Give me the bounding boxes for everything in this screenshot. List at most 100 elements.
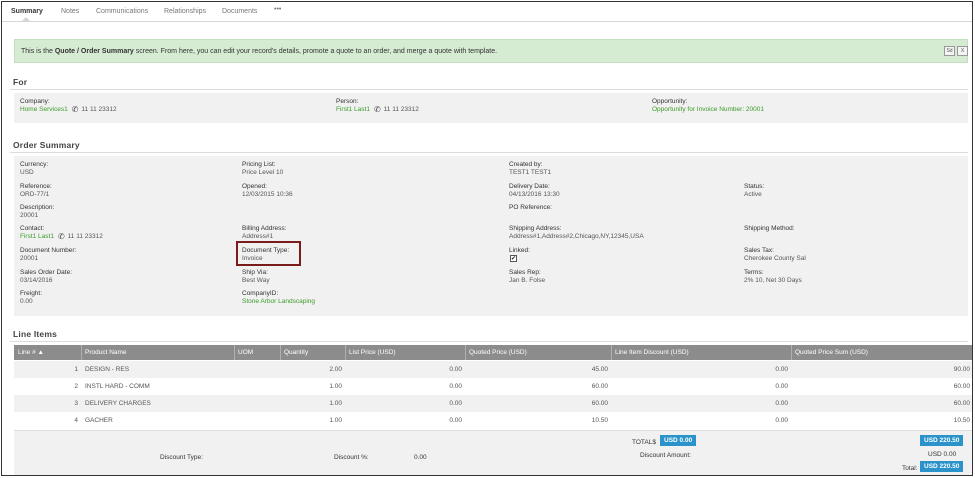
notice-close-button[interactable]: X [957,46,968,56]
contact-link[interactable]: First1 Last1 [20,233,54,240]
table-row[interactable]: 1 DESIGN - RES 2.00 0.00 45.00 0.00 90.0… [14,361,972,378]
currency-label: Currency: [20,161,49,168]
opportunity-link[interactable]: Opportunity for Invoice Number: 20001 [652,106,764,114]
person-link[interactable]: First1 Last1 [336,106,370,113]
row-quoted-sum: 60.00 [953,400,970,407]
column-separator [791,345,792,360]
row-product-link[interactable]: DESIGN - RES [85,366,129,373]
contact-phone: 11 11 23312 [67,233,103,240]
shipping-method-label: Shipping Method: [744,225,795,232]
currency-value: USD [20,169,34,176]
company-id-label: CompanyID: [242,290,279,297]
reference-label: Reference: [20,183,52,190]
tab-relationships[interactable]: Relationships [164,8,206,15]
column-header-product[interactable]: Product Name [85,349,127,356]
po-reference-label: PO Reference: [509,204,552,211]
company-link[interactable]: Home Services1 [20,106,68,113]
row-quantity: 1.00 [329,383,342,390]
description-value: 20001 [20,212,39,219]
row-line-number: 3 [74,400,78,407]
column-header-uom[interactable]: UOM [238,349,253,356]
line-items-header: Line # ▲ Product Name UOM Quantity List … [14,345,972,360]
row-line-discount: 0.00 [775,417,788,424]
document-number-value: 20001 [20,255,39,262]
tab-summary[interactable]: Summary [11,8,43,15]
reference-value: ORD-77/1 [20,191,50,198]
for-panel: Company: Home Services1 ✆ 11 11 23312 Pers… [14,93,968,123]
tab-communications[interactable]: Communications [96,8,148,15]
row-product-link[interactable]: INSTL HARD - COMM [85,383,150,390]
sales-order-date-label: Sales Order Date: [20,269,73,276]
tab-more[interactable]: ••• [274,6,281,13]
status-label: Status: [744,183,765,190]
table-row[interactable]: 4 GACHER 1.00 0.00 10.50 0.00 10.50 [14,412,972,429]
row-quantity: 2.00 [329,366,342,373]
linked-label: Linked: [509,247,530,254]
document-number-label: Document Number: [20,247,77,254]
row-line-number: 4 [74,417,78,424]
sales-rep-label: Sales Rep: [509,269,541,276]
section-title-for: For [13,77,28,87]
row-quoted-sum: 90.00 [953,366,970,373]
quote-order-summary-window: Summary Notes Communications Relationshi… [1,1,973,476]
row-list-price: 0.00 [449,417,462,424]
row-quoted-price: 60.00 [591,400,608,407]
row-list-price: 0.00 [449,383,462,390]
opened-label: Opened: [242,183,267,190]
shipping-address-label: Shipping Address: [509,225,562,232]
tab-documents[interactable]: Documents [222,8,257,15]
column-header-line[interactable]: Line # ▲ [18,349,44,356]
table-row[interactable]: 2 INSTL HARD - COMM 1.00 0.00 60.00 0.00… [14,378,972,395]
table-row[interactable]: 3 DELIVERY CHARGES 1.00 0.00 60.00 0.00 … [14,395,972,412]
row-product-link[interactable]: DELIVERY CHARGES [85,400,151,407]
section-title-line-items: Line Items [13,329,58,339]
row-line-discount: 0.00 [775,400,788,407]
sales-rep-value: Jan B. Folse [509,277,546,284]
divider [10,152,968,153]
column-separator [280,345,281,360]
row-quoted-price: 45.00 [591,366,608,373]
column-header-quantity[interactable]: Quantity [284,349,308,356]
tab-notes[interactable]: Notes [61,8,79,15]
row-product-link[interactable]: GACHER [85,417,113,424]
column-header-quoted-price[interactable]: Quoted Price (USD) [469,349,527,356]
person-label: Person: [336,98,359,105]
row-line-number: 2 [74,383,78,390]
company-id-link[interactable]: Stone Arbor Landscaping [242,298,315,306]
phone-icon: ✆ [71,105,79,114]
section-title-order-summary: Order Summary [13,140,80,150]
column-header-list-price[interactable]: List Price (USD) [349,349,396,356]
column-separator [611,345,612,360]
totals-panel: TOTAL$ USD 0.00 USD 220.50 Discount Type… [14,430,972,475]
notice-text: This is the Quote / Order Summary screen… [21,48,498,55]
notice-settings-button[interactable]: Sd [944,46,955,56]
document-type-value: Invoice [242,255,263,262]
divider [10,341,968,342]
column-separator [234,345,235,360]
row-quoted-sum: 60.00 [953,383,970,390]
row-line-discount: 0.00 [775,383,788,390]
row-quantity: 1.00 [329,400,342,407]
freight-label: Freight: [20,290,43,297]
sum-total-badge: USD 220.50 [920,435,964,446]
row-list-price: 0.00 [449,366,462,373]
company-label: Company: [20,98,50,105]
created-by-label: Created by: [509,161,543,168]
column-header-line-discount[interactable]: Line Item Discount (USD) [615,349,689,356]
ship-via-label: Ship Via: [242,269,268,276]
delivery-date-label: Delivery Date: [509,183,550,190]
totals-label: TOTAL$ [632,439,656,446]
pricing-list-value: Price Level 10 [242,169,284,176]
column-separator [81,345,82,360]
discount-type-label: Discount Type: [160,454,203,461]
company-phone: 11 11 23312 [81,106,117,113]
delivery-date-value: 04/13/2016 13:30 [509,191,560,198]
sales-tax-label: Sales Tax: [744,247,774,254]
linked-checkbox[interactable]: ✔ [510,255,517,262]
tab-bar: Summary Notes Communications Relationshi… [2,2,972,22]
discount-percent-value: 0.00 [414,454,427,461]
grand-total-badge: USD 220.50 [920,461,964,472]
column-header-quoted-sum[interactable]: Quoted Price Sum (USD) [795,349,868,356]
contact-field: First1 Last1 ✆ 11 11 23312 [20,233,103,241]
row-line-number: 1 [74,366,78,373]
